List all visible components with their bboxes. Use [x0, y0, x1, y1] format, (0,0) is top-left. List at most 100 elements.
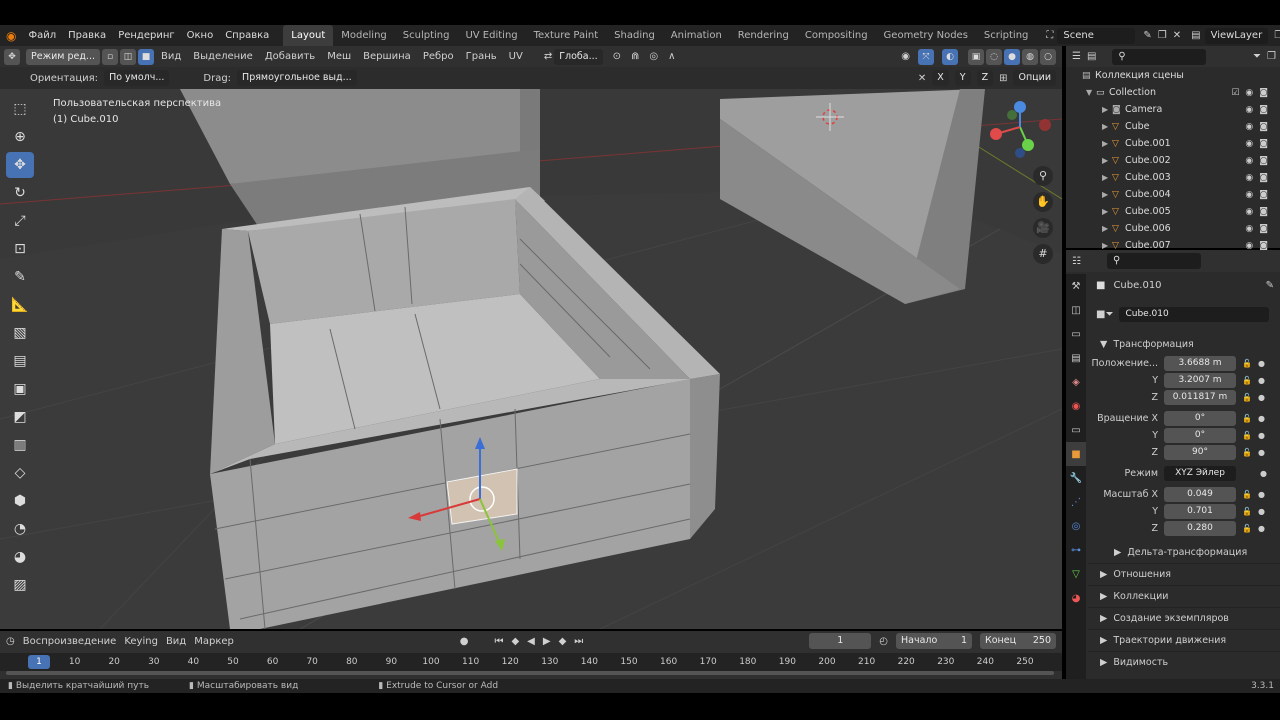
vertex-select-icon[interactable]: ▫: [102, 48, 118, 65]
expand-icon[interactable]: ▶: [1102, 190, 1112, 199]
knife-icon[interactable]: ◇: [6, 460, 34, 486]
expand-icon[interactable]: ▶: [1102, 224, 1112, 233]
material-shading-icon[interactable]: ◍: [1022, 48, 1038, 65]
tab-shading[interactable]: Shading: [606, 25, 663, 46]
overlay-toggle-icon[interactable]: ◐: [942, 48, 958, 65]
menu-render[interactable]: Рендеринг: [112, 30, 180, 41]
lock-icon[interactable]: 🔓: [1242, 524, 1252, 533]
outliner-item[interactable]: ▶ ▽ Cube.006 ◉◙: [1066, 220, 1280, 237]
properties-editor-icon[interactable]: ☷: [1072, 256, 1081, 267]
timeline-editor-icon[interactable]: ◷: [6, 636, 15, 647]
zoom-icon[interactable]: ⚲: [1033, 166, 1053, 186]
location-y-field[interactable]: 3.2007 m: [1164, 373, 1236, 388]
camera-view-icon[interactable]: 🎥: [1033, 218, 1053, 238]
tab-geometry-nodes[interactable]: Geometry Nodes: [876, 25, 976, 46]
lock-icon[interactable]: 🔓: [1242, 507, 1252, 516]
loop-cut-icon[interactable]: ▥: [6, 432, 34, 458]
motion-paths-panel[interactable]: ▶ Траектории движения: [1088, 629, 1280, 651]
menu-edit[interactable]: Правка: [62, 30, 112, 41]
marker-menu[interactable]: Маркер: [194, 636, 234, 647]
modifier-tab-icon[interactable]: 🔧: [1066, 466, 1086, 490]
wireframe-shading-icon[interactable]: ◌: [986, 48, 1002, 65]
play-reverse-icon[interactable]: ◀: [527, 636, 535, 647]
current-frame-marker[interactable]: 1: [28, 655, 50, 669]
tab-compositing[interactable]: Compositing: [797, 25, 876, 46]
timeline-scrollbar[interactable]: [6, 671, 1054, 675]
menu-file[interactable]: Файл: [22, 30, 62, 41]
collection-tab-icon[interactable]: ▭: [1066, 418, 1086, 442]
expand-icon[interactable]: ▶: [1102, 139, 1112, 148]
physics-tab-icon[interactable]: ◎: [1066, 514, 1086, 538]
scene-tab-icon[interactable]: ◈: [1066, 370, 1086, 394]
current-frame-field[interactable]: 1: [809, 633, 872, 649]
keyframe-dot-icon[interactable]: ●: [1258, 490, 1265, 499]
keyframe-dot-icon[interactable]: ●: [1260, 469, 1267, 478]
playback-menu[interactable]: Воспроизведение: [23, 636, 117, 647]
lock-icon[interactable]: 🔓: [1242, 376, 1252, 385]
transform-panel-header[interactable]: ▼ Трансформация: [1088, 333, 1280, 355]
new-scene-icon[interactable]: ❐: [1158, 30, 1167, 41]
add-cube-icon[interactable]: ▧: [6, 320, 34, 346]
measure-tool-icon[interactable]: 📐: [6, 292, 34, 318]
delete-scene-icon[interactable]: ✕: [1173, 30, 1181, 41]
material-tab-icon[interactable]: ◕: [1066, 586, 1086, 610]
collections-panel[interactable]: ▶ Коллекции: [1088, 585, 1280, 607]
start-frame-field[interactable]: Начало 1: [896, 633, 972, 649]
inset-icon[interactable]: ▣: [6, 376, 34, 402]
data-tab-icon[interactable]: ▽: [1066, 562, 1086, 586]
tab-sculpting[interactable]: Sculpting: [395, 25, 458, 46]
item-visibility-icons[interactable]: ◉◙: [1245, 156, 1274, 166]
lock-icon[interactable]: 🔓: [1242, 414, 1252, 423]
item-visibility-icons[interactable]: ◉◙: [1245, 207, 1274, 217]
item-visibility-icons[interactable]: ◉◙: [1245, 190, 1274, 200]
falloff-icon[interactable]: ∧: [668, 51, 675, 62]
tab-modeling[interactable]: Modeling: [333, 25, 395, 46]
outliner-item[interactable]: ▶ ▽ Cube.005 ◉◙: [1066, 203, 1280, 220]
lock-icon[interactable]: 🔓: [1242, 448, 1252, 457]
expand-icon[interactable]: ▼: [1086, 88, 1096, 97]
rotation-z-field[interactable]: 90°: [1164, 445, 1236, 460]
bevel-icon[interactable]: ◩: [6, 404, 34, 430]
menu-help[interactable]: Справка: [219, 30, 275, 41]
rendered-shading-icon[interactable]: ○: [1040, 48, 1056, 65]
expand-icon[interactable]: ▶: [1102, 207, 1112, 216]
outliner-editor-icon[interactable]: ☰: [1072, 51, 1081, 62]
collection-visibility-icons[interactable]: ☑◉◙: [1231, 88, 1274, 98]
poly-build-icon[interactable]: ⬢: [6, 488, 34, 514]
frame-ruler[interactable]: 1 10 20 30 40 50 60 70 80 90 100 110 120 130 140 150 160…: [0, 653, 1062, 671]
menu-select[interactable]: Выделение: [188, 51, 258, 62]
smooth-icon[interactable]: ◕: [6, 544, 34, 570]
scale-x-field[interactable]: 0.049: [1164, 487, 1236, 502]
new-collection-icon[interactable]: ❐: [1267, 51, 1276, 62]
keyframe-dot-icon[interactable]: ●: [1258, 414, 1265, 423]
auto-merge-icon[interactable]: ⊞: [999, 73, 1007, 84]
mirror-z-toggle[interactable]: Z: [976, 70, 994, 86]
orientation-dropdown[interactable]: По умолч...: [104, 70, 170, 86]
timeline-view-menu[interactable]: Вид: [166, 636, 186, 647]
rotation-y-field[interactable]: 0°: [1164, 428, 1236, 443]
outliner-scene-collection[interactable]: ▤ Коллекция сцены: [1066, 67, 1280, 84]
spin-icon[interactable]: ◔: [6, 516, 34, 542]
new-viewlayer-icon[interactable]: ❐: [1274, 30, 1280, 41]
location-z-field[interactable]: 0.011817 m: [1164, 390, 1236, 405]
menu-edge[interactable]: Ребро: [418, 51, 459, 62]
outliner-item[interactable]: ▶ ▽ Cube ◉◙: [1066, 118, 1280, 135]
menu-window[interactable]: Окно: [181, 30, 220, 41]
visibility-icon[interactable]: ◉: [901, 51, 910, 62]
item-visibility-icons[interactable]: ◉◙: [1245, 224, 1274, 234]
pan-hand-icon[interactable]: ✋: [1033, 192, 1053, 212]
clock-icon[interactable]: ◴: [879, 636, 888, 647]
tab-layout[interactable]: Layout: [283, 25, 334, 46]
tool-tab-icon[interactable]: ⚒: [1066, 274, 1086, 298]
tab-rendering[interactable]: Rendering: [730, 25, 797, 46]
editor-type-icon[interactable]: ✥: [4, 48, 20, 65]
options-dropdown[interactable]: Опции: [1013, 70, 1056, 86]
delta-transform-subpanel[interactable]: ▶ Дельта-трансформация: [1088, 541, 1280, 563]
render-tab-icon[interactable]: ◫: [1066, 298, 1086, 322]
tab-texture-paint[interactable]: Texture Paint: [526, 25, 607, 46]
record-icon[interactable]: ●: [460, 636, 469, 647]
prev-key-icon[interactable]: ◆: [511, 636, 519, 647]
lock-icon[interactable]: 🔓: [1242, 359, 1252, 368]
jump-start-icon[interactable]: ⏮: [494, 636, 503, 647]
keyframe-dot-icon[interactable]: ●: [1258, 431, 1265, 440]
